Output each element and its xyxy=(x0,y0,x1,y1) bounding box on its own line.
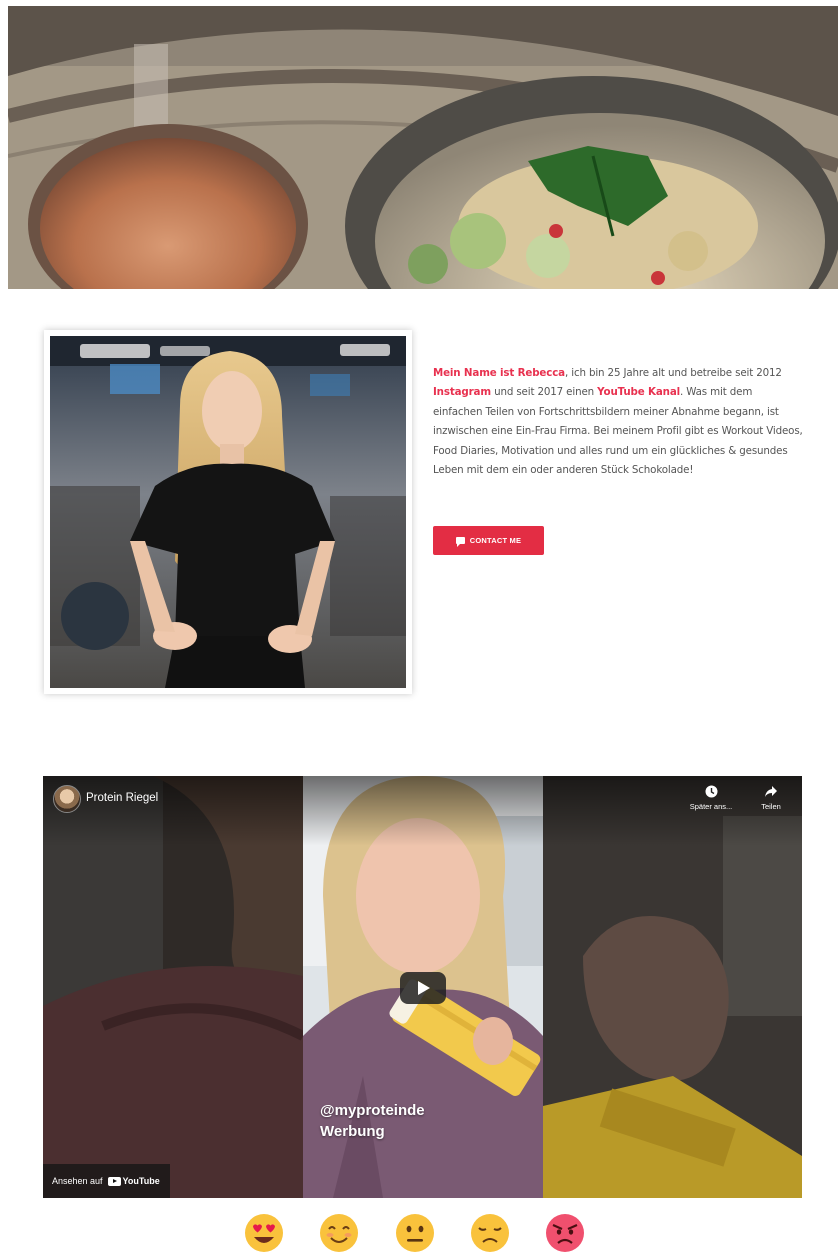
play-button[interactable] xyxy=(400,972,446,1004)
clock-icon xyxy=(705,785,717,798)
watch-on-youtube-button[interactable]: Ansehen auf YouTube xyxy=(43,1164,170,1198)
smiling-emoji-icon[interactable] xyxy=(319,1213,359,1253)
chat-icon xyxy=(455,537,465,547)
watch-on-label: Ansehen auf xyxy=(52,1176,103,1186)
youtube-link[interactable]: YouTube Kanal xyxy=(597,386,680,398)
youtube-brand: YouTube xyxy=(122,1176,160,1186)
watch-later-label: Später ans... xyxy=(689,802,733,811)
share-label: Teilen xyxy=(761,802,781,811)
contact-me-button[interactable]: CONTACT ME xyxy=(433,526,544,555)
youtube-logo: YouTube xyxy=(107,1176,160,1186)
bio-text-2: und seit 2017 einen xyxy=(490,386,598,399)
watch-later-button[interactable]: Später ans... xyxy=(679,785,743,811)
youtube-play-icon xyxy=(107,1176,121,1186)
neutral-emoji-icon[interactable] xyxy=(395,1213,435,1253)
heart-eyes-emoji-icon[interactable] xyxy=(244,1213,284,1253)
bio-text-3: . Was mit dem einfachen Teilen von Forts… xyxy=(433,386,803,477)
disappointed-emoji-icon[interactable] xyxy=(470,1213,510,1253)
hero-image xyxy=(8,6,838,289)
bio-name: Mein Name ist Rebecca xyxy=(433,367,565,379)
channel-avatar[interactable] xyxy=(53,785,81,813)
bio-text-1: , ich bin 25 Jahre alt und betreibe seit… xyxy=(564,367,782,379)
reaction-bar xyxy=(244,1213,590,1253)
bio-text: Mein Name ist Rebecca, ich bin 25 Jahre … xyxy=(433,364,803,480)
profile-photo-card xyxy=(44,330,412,694)
caption-line-2: Werbung xyxy=(320,1123,385,1140)
share-button[interactable]: Teilen xyxy=(749,785,793,811)
youtube-video-player[interactable]: Protein Riegel Später ans... Teilen @myp… xyxy=(43,776,802,1198)
angry-emoji-icon[interactable] xyxy=(545,1213,585,1253)
video-caption: @myproteinde Werbung xyxy=(320,1100,425,1142)
instagram-link[interactable]: Instagram xyxy=(433,386,491,398)
caption-line-1: @myproteinde xyxy=(320,1102,425,1119)
contact-me-label: CONTACT ME xyxy=(469,536,522,545)
profile-photo xyxy=(50,336,406,688)
share-icon xyxy=(765,786,777,797)
video-title[interactable]: Protein Riegel xyxy=(86,792,158,804)
